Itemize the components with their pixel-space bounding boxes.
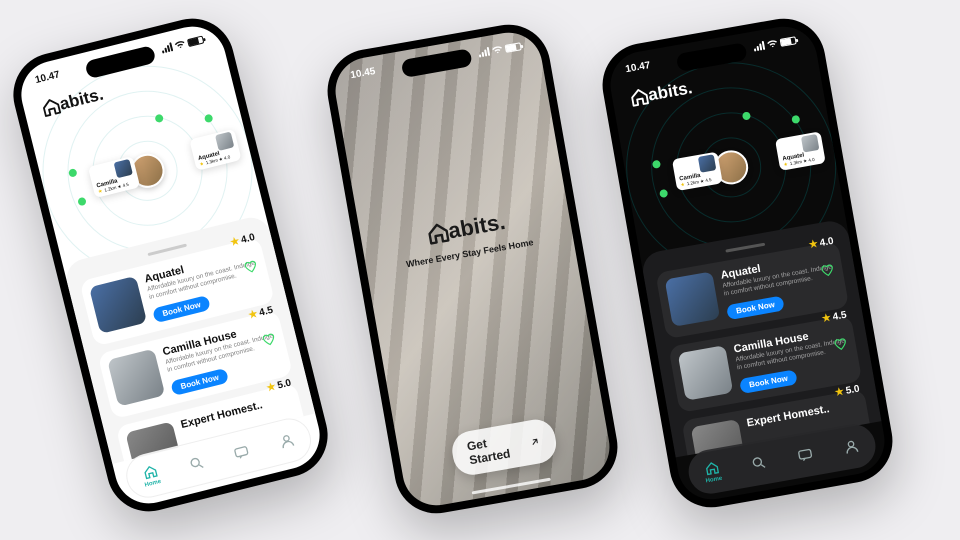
search-icon <box>750 454 769 473</box>
signal-icon <box>478 47 490 58</box>
book-now-button[interactable]: Book Now <box>726 295 785 320</box>
arrow-up-right-icon <box>528 435 540 449</box>
wifi-icon <box>766 38 779 49</box>
listing-thumb <box>89 276 147 334</box>
tab-search[interactable] <box>187 454 206 473</box>
book-now-button[interactable]: Book Now <box>739 369 798 394</box>
tab-messages[interactable] <box>232 443 251 462</box>
listings-sheet[interactable]: Aquatel Affordable luxury on the coast. … <box>640 218 882 457</box>
tab-profile[interactable] <box>843 437 862 456</box>
battery-icon <box>505 42 522 53</box>
home-indicator <box>471 478 550 495</box>
tab-messages[interactable] <box>796 446 815 465</box>
tab-profile[interactable] <box>277 431 296 450</box>
listing-thumb <box>665 271 721 327</box>
user-icon <box>277 431 296 450</box>
signal-icon <box>753 41 765 52</box>
battery-icon <box>187 35 204 47</box>
wifi-icon <box>491 44 504 55</box>
tab-home[interactable]: Home <box>140 462 162 488</box>
wifi-icon <box>173 39 187 51</box>
phone-mockup-splash: 10.45 abits. Where Every Stay Feels Home… <box>321 18 624 520</box>
heart-icon[interactable] <box>832 336 848 352</box>
phone-mockup-light: 10.47 abits. Camill <box>4 10 336 520</box>
rating-badge: ★5.0 <box>834 383 860 398</box>
rating-badge: ★4.0 <box>808 236 834 251</box>
listing-name: Expert Homest.. <box>746 398 859 429</box>
chat-icon <box>796 446 815 465</box>
status-time: 10.45 <box>350 66 377 81</box>
splash-hero: abits. Where Every Stay Feels Home <box>360 197 573 276</box>
listing-thumb <box>107 348 165 406</box>
chat-icon <box>232 443 251 462</box>
drag-handle[interactable] <box>725 243 765 253</box>
dynamic-island <box>400 48 472 78</box>
home-icon <box>703 459 722 478</box>
search-icon <box>187 454 206 473</box>
rating-badge: ★4.5 <box>821 310 847 325</box>
drag-handle[interactable] <box>147 244 187 257</box>
user-icon <box>843 437 862 456</box>
heart-icon[interactable] <box>819 262 835 278</box>
tab-search[interactable] <box>750 454 769 473</box>
signal-icon <box>160 42 173 53</box>
phone-mockup-dark: 10.47 abits. Camill <box>596 12 899 514</box>
listing-thumb <box>678 345 734 401</box>
get-started-button[interactable]: Get Started <box>449 417 560 478</box>
battery-icon <box>780 36 797 47</box>
tab-home[interactable]: Home <box>702 458 722 484</box>
